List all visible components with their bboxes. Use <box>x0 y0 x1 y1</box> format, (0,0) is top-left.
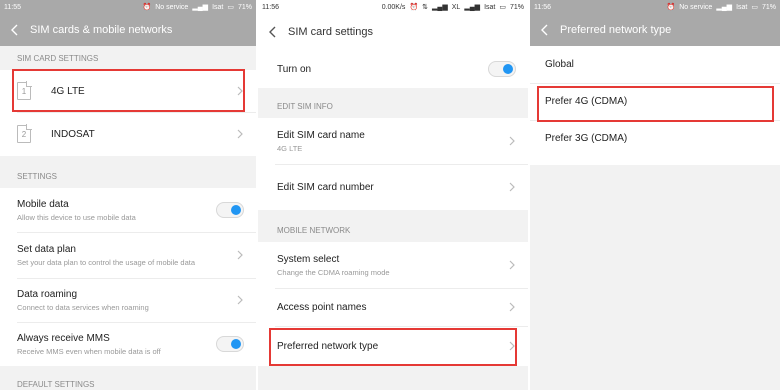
chevron-right-icon <box>236 293 244 307</box>
access-point-names-row[interactable]: Access point names <box>258 288 528 326</box>
section-header-default: DEFAULT SETTINGS <box>17 379 95 389</box>
title-bar: SIM card settings <box>258 14 528 50</box>
toggle-knob <box>231 205 241 215</box>
toggle-knob <box>231 339 241 349</box>
edit-sim-name-row[interactable]: Edit SIM card name 4G LTE <box>258 118 528 164</box>
no-service-text: No service <box>155 3 189 11</box>
sim-card-1-name: 4G LTE <box>51 85 85 97</box>
chevron-right-icon <box>236 127 244 141</box>
sim-card-2-row[interactable]: 2 INDOSAT <box>0 112 256 156</box>
mobile-data-subtitle: Allow this device to use mobile data <box>17 212 136 222</box>
section-header-mobile-network: MOBILE NETWORK <box>277 225 351 235</box>
status-bar: 11:55 ⏰ No service ▂▄▆ Isat ▭ 71% <box>0 0 256 14</box>
chevron-right-icon <box>508 258 516 272</box>
section-header-sim: SIM CARD SETTINGS <box>17 53 99 63</box>
mobile-data-title: Mobile data <box>17 198 69 210</box>
status-time: 11:56 <box>534 3 551 11</box>
option-global[interactable]: Global <box>530 46 780 83</box>
status-time: 11:55 <box>4 3 21 11</box>
network-type-options: Global Prefer 4G (CDMA) Prefer 3G (CDMA) <box>530 46 780 157</box>
mobile-data-toggle[interactable] <box>216 202 244 218</box>
battery-text: 71% <box>761 3 776 11</box>
network-text: XL <box>451 3 461 11</box>
sim-cards-screen: 11:55 ⏰ No service ▂▄▆ Isat ▭ 71% SIM ca… <box>0 0 256 390</box>
sim-card-2-name: INDOSAT <box>51 128 95 140</box>
access-point-names-title: Access point names <box>277 301 367 313</box>
data-roaming-title: Data roaming <box>17 288 78 300</box>
turn-on-label: Turn on <box>277 63 312 75</box>
alarm-icon: ⏰ <box>666 4 676 11</box>
system-select-row[interactable]: System select Change the CDMA roaming mo… <box>258 242 528 288</box>
option-prefer-4g-cdma[interactable]: Prefer 4G (CDMA) <box>530 83 780 120</box>
carrier-text: Isat <box>212 3 224 11</box>
always-receive-mms-subtitle: Receive MMS even when mobile data is off <box>17 346 161 356</box>
carrier-text: Isat <box>736 3 748 11</box>
back-arrow-icon[interactable] <box>8 24 22 36</box>
section-header-settings: SETTINGS <box>17 171 58 181</box>
preferred-network-type-screen: 11:56 ⏰ No service ▂▄▆ Isat ▭ 71% Prefer… <box>530 0 780 390</box>
speed-text: 0.00K/s <box>381 3 406 11</box>
sim-card-1-row[interactable]: 1 4G LTE <box>0 70 256 112</box>
mobile-data-row[interactable]: Mobile data Allow this device to use mob… <box>0 188 256 232</box>
data-roaming-subtitle: Connect to data services when roaming <box>17 302 149 312</box>
status-bar: 11:56 0.00K/s ⏰ ⇅ ▂▄▆ XL ▂▄▆ Isat ▭ 71% <box>258 0 528 14</box>
system-select-subtitle: Change the CDMA roaming mode <box>277 267 390 277</box>
back-arrow-icon[interactable] <box>266 26 280 38</box>
preferred-network-type-row[interactable]: Preferred network type <box>258 326 528 366</box>
page-title: SIM cards & mobile networks <box>30 24 173 36</box>
edit-sim-number-title: Edit SIM card number <box>277 181 374 193</box>
no-service-text: No service <box>679 3 713 11</box>
battery-text: 71% <box>509 3 524 11</box>
turn-on-row[interactable]: Turn on <box>258 50 528 88</box>
always-receive-mms-row[interactable]: Always receive MMS Receive MMS even when… <box>0 322 256 366</box>
signal-icon: ▂▄▆ <box>716 4 733 11</box>
battery-text: 71% <box>237 3 252 11</box>
page-title: Preferred network type <box>560 24 672 36</box>
back-arrow-icon[interactable] <box>538 24 552 36</box>
set-data-plan-row[interactable]: Set data plan Set your data plan to cont… <box>0 232 256 278</box>
set-data-plan-subtitle: Set your data plan to control the usage … <box>17 257 196 267</box>
set-data-plan-title: Set data plan <box>17 243 76 255</box>
list-footer <box>530 157 780 165</box>
system-select-title: System select <box>277 253 340 265</box>
signal-icon: ▂▄▆ <box>464 4 481 11</box>
data-arrows-icon: ⇅ <box>422 4 429 11</box>
signal-icon: ▂▄▆ <box>432 4 448 11</box>
alarm-icon: ⏰ <box>142 4 152 11</box>
battery-icon: ▭ <box>227 4 234 11</box>
page-title: SIM card settings <box>288 26 373 38</box>
always-receive-mms-title: Always receive MMS <box>17 332 110 344</box>
chevron-right-icon <box>508 180 516 194</box>
sim-card-icon: 1 <box>17 82 31 100</box>
preferred-network-type-title: Preferred network type <box>277 340 379 352</box>
chevron-right-icon <box>236 84 244 98</box>
section-header-edit-sim: EDIT SIM INFO <box>277 101 333 111</box>
status-bar: 11:56 ⏰ No service ▂▄▆ Isat ▭ 71% <box>530 0 780 14</box>
signal-icon: ▂▄▆ <box>192 4 209 11</box>
battery-icon: ▭ <box>751 4 758 11</box>
turn-on-toggle[interactable] <box>488 61 516 77</box>
edit-sim-number-row[interactable]: Edit SIM card number <box>258 164 528 210</box>
option-prefer-3g-cdma[interactable]: Prefer 3G (CDMA) <box>530 120 780 157</box>
title-bar: Preferred network type <box>530 14 780 46</box>
chevron-right-icon <box>236 248 244 262</box>
chevron-right-icon <box>508 134 516 148</box>
toggle-knob <box>503 64 513 74</box>
data-roaming-row[interactable]: Data roaming Connect to data services wh… <box>0 278 256 322</box>
sim-card-settings-screen: 11:56 0.00K/s ⏰ ⇅ ▂▄▆ XL ▂▄▆ Isat ▭ 71% … <box>258 0 528 390</box>
carrier-text: Isat <box>484 3 496 11</box>
edit-sim-name-subtitle: 4G LTE <box>277 143 303 153</box>
chevron-right-icon <box>508 339 516 353</box>
edit-sim-name-title: Edit SIM card name <box>277 129 365 141</box>
mms-toggle[interactable] <box>216 336 244 352</box>
chevron-right-icon <box>508 300 516 314</box>
status-time: 11:56 <box>262 3 279 11</box>
sim-card-icon: 2 <box>17 125 31 143</box>
title-bar: SIM cards & mobile networks <box>0 14 256 46</box>
battery-icon: ▭ <box>499 4 506 11</box>
alarm-icon: ⏰ <box>409 4 419 11</box>
